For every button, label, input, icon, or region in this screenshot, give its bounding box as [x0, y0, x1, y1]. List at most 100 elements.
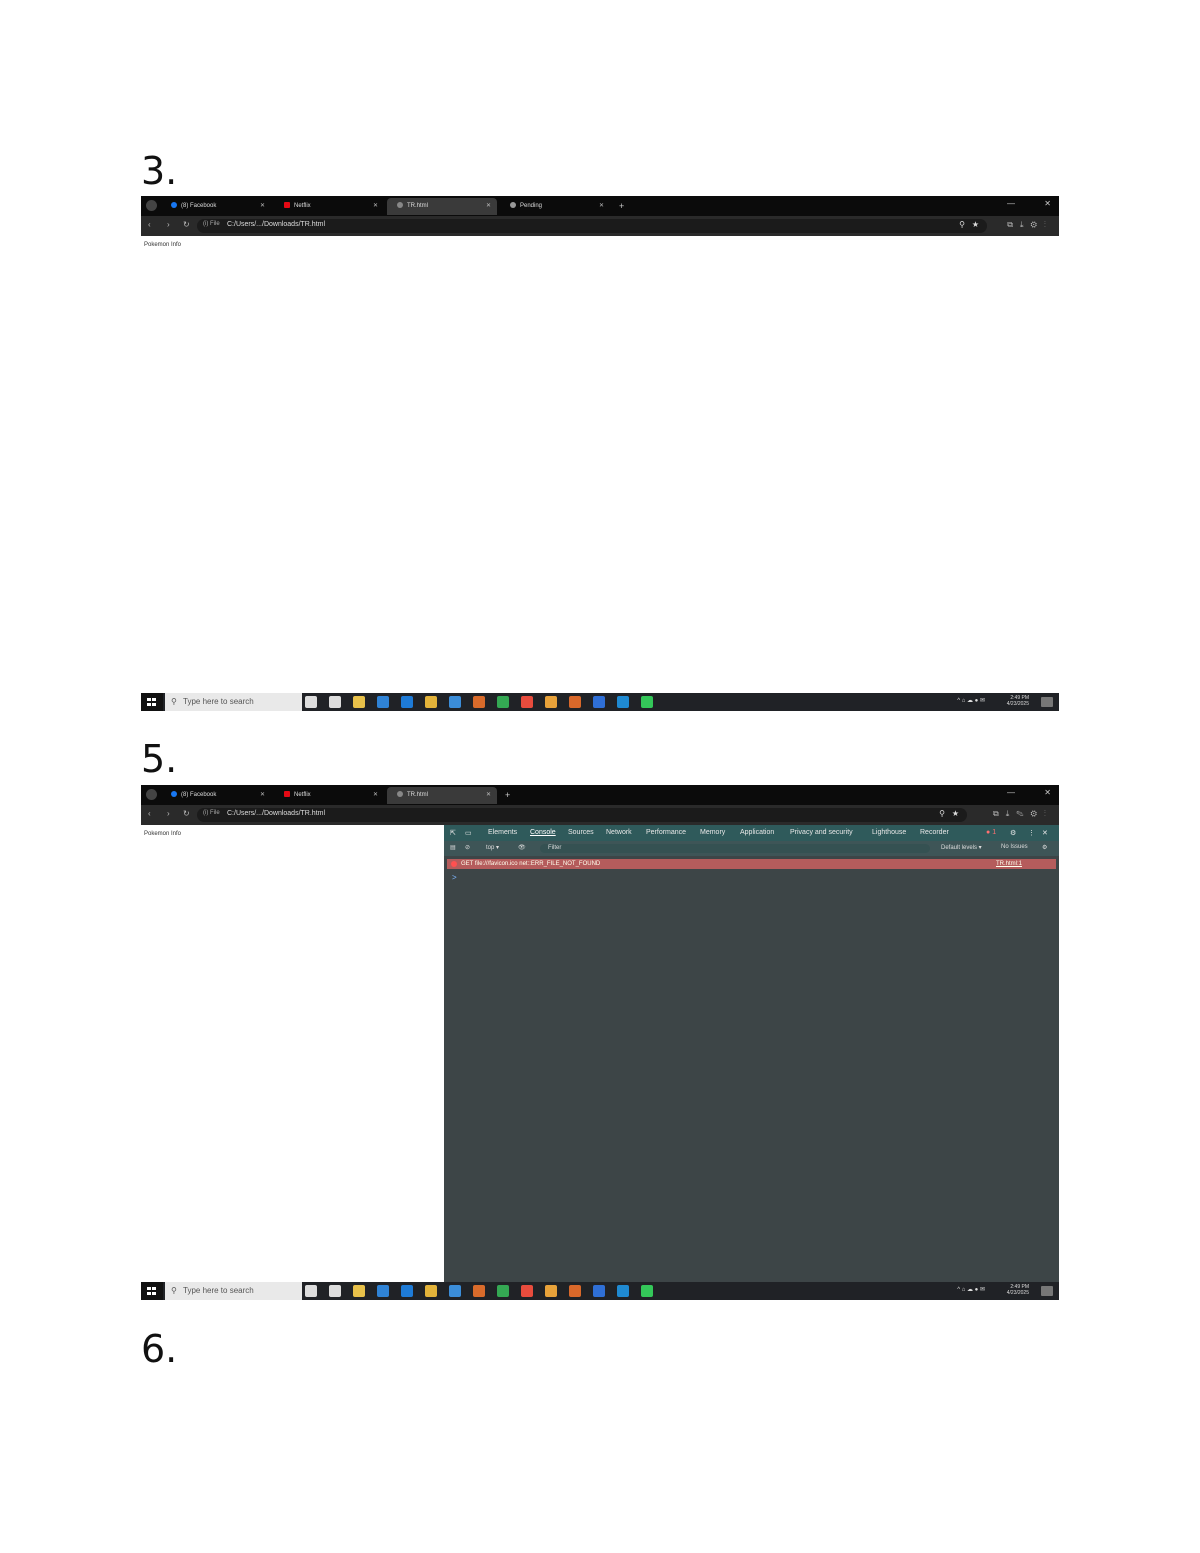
close-icon[interactable]: ✕ [599, 198, 604, 215]
taskbar-app-icon[interactable] [449, 1285, 461, 1297]
tab-search-button[interactable] [146, 200, 157, 211]
tab-performance[interactable]: Performance [646, 829, 686, 836]
system-tray[interactable]: ^ ⌂ ☁ ● ✉ [957, 697, 985, 704]
zoom-icon[interactable]: ⚲ [959, 220, 965, 229]
close-icon[interactable]: ✕ [260, 198, 265, 215]
console-prompt[interactable]: > [452, 873, 457, 882]
taskbar-app-icon[interactable] [497, 696, 509, 708]
taskbar-app-icon[interactable] [329, 1285, 341, 1297]
close-icon[interactable]: ✕ [260, 787, 265, 804]
forward-icon[interactable]: › [167, 220, 170, 229]
start-button[interactable] [141, 1282, 163, 1300]
taskbar-app-icon[interactable] [377, 696, 389, 708]
close-icon[interactable]: ✕ [1042, 829, 1048, 837]
taskbar-app-icon[interactable] [641, 1285, 653, 1297]
taskbar-app-icon[interactable] [473, 1285, 485, 1297]
error-count-badge[interactable]: ● 1 [986, 829, 996, 836]
taskbar-app-icon[interactable] [569, 696, 581, 708]
new-tab-button[interactable]: + [619, 198, 624, 215]
tab-search-button[interactable] [146, 789, 157, 800]
close-icon[interactable]: ✕ [486, 198, 491, 215]
taskbar-app-icon[interactable] [449, 696, 461, 708]
close-icon[interactable]: ✕ [486, 787, 491, 804]
tab-network[interactable]: Network [606, 829, 632, 836]
console-settings-icon[interactable]: ⚙ [1042, 844, 1047, 851]
taskbar-app-icon[interactable] [593, 696, 605, 708]
settings-icon[interactable]: ⚙ [1010, 829, 1016, 837]
eye-icon[interactable]: 👁 [518, 844, 526, 851]
tab-netflix[interactable]: Netflix ✕ [274, 787, 384, 804]
site-info[interactable]: (i) File [203, 810, 220, 816]
taskbar-app-icon[interactable] [545, 1285, 557, 1297]
error-source-link[interactable]: TR.html:1 [996, 859, 1022, 869]
tab-tr-html[interactable]: TR.html ✕ [387, 787, 497, 804]
taskbar-app-icon[interactable] [617, 1285, 629, 1297]
tab-facebook[interactable]: (8) Facebook ✕ [161, 787, 271, 804]
bookmark-star-icon[interactable]: ★ [972, 220, 979, 229]
taskbar-app-icons[interactable] [305, 1285, 665, 1300]
taskbar-search[interactable]: ⚲ Type here to search [165, 1282, 302, 1300]
taskbar-app-icon[interactable] [545, 696, 557, 708]
taskbar-app-icon[interactable] [473, 696, 485, 708]
tab-console[interactable]: Console [530, 829, 556, 836]
taskbar-app-icons[interactable] [305, 696, 665, 711]
context-select[interactable]: top ▾ [486, 844, 499, 851]
taskbar-app-icon[interactable] [401, 696, 413, 708]
minimize-button[interactable]: — [1007, 788, 1015, 797]
taskbar-app-icon[interactable] [425, 696, 437, 708]
notification-icon[interactable] [1041, 697, 1053, 707]
zoom-icon[interactable]: ⚲ [939, 809, 945, 818]
taskbar-app-icon[interactable] [353, 696, 365, 708]
clock[interactable]: 2:49 PM 4/23/2025 [1007, 695, 1029, 707]
taskbar-app-icon[interactable] [353, 1285, 365, 1297]
tab-sources[interactable]: Sources [568, 829, 594, 836]
tab-privacy-security[interactable]: Privacy and security [790, 829, 853, 836]
taskbar-search[interactable]: ⚲ Type here to search [165, 693, 302, 711]
clock[interactable]: 2:49 PM 4/23/2025 [1007, 1284, 1029, 1296]
reload-icon[interactable]: ↻ [183, 220, 190, 229]
sidebar-toggle-icon[interactable]: ▤ [450, 844, 456, 851]
minimize-button[interactable]: — [1007, 199, 1015, 208]
address-bar[interactable]: (i) File C:/Users/.../Downloads/TR.html … [197, 219, 987, 233]
tab-elements[interactable]: Elements [488, 829, 517, 836]
tab-tr-html[interactable]: TR.html ✕ [387, 198, 497, 215]
more-options-icon[interactable]: ⋮ [1028, 829, 1035, 837]
taskbar-app-icon[interactable] [425, 1285, 437, 1297]
reload-icon[interactable]: ↻ [183, 809, 190, 818]
new-tab-button[interactable]: + [505, 787, 510, 804]
back-icon[interactable]: ‹ [148, 809, 151, 818]
tab-lighthouse[interactable]: Lighthouse [872, 829, 906, 836]
taskbar-app-icon[interactable] [305, 1285, 317, 1297]
system-tray[interactable]: ^ ⌂ ☁ ● ✉ [957, 1286, 985, 1293]
issues-counter[interactable]: No Issues [1001, 844, 1028, 850]
close-icon[interactable]: ✕ [373, 198, 378, 215]
forward-icon[interactable]: › [167, 809, 170, 818]
taskbar-app-icon[interactable] [497, 1285, 509, 1297]
tab-recorder[interactable]: Recorder [920, 829, 949, 836]
start-button[interactable] [141, 693, 163, 711]
back-icon[interactable]: ‹ [148, 220, 151, 229]
tab-application[interactable]: Application [740, 829, 774, 836]
tab-pending[interactable]: Pending ✕ [500, 198, 610, 215]
log-levels-select[interactable]: Default levels ▾ [941, 844, 982, 851]
close-icon[interactable]: ✕ [373, 787, 378, 804]
taskbar-app-icon[interactable] [401, 1285, 413, 1297]
taskbar-app-icon[interactable] [521, 1285, 533, 1297]
site-info[interactable]: (i) File [203, 221, 220, 227]
tab-facebook[interactable]: (8) Facebook ✕ [161, 198, 271, 215]
taskbar-app-icon[interactable] [569, 1285, 581, 1297]
taskbar-app-icon[interactable] [377, 1285, 389, 1297]
taskbar-app-icon[interactable] [521, 696, 533, 708]
close-window-button[interactable]: ✕ [1044, 199, 1051, 208]
clear-console-icon[interactable]: ⊘ [465, 844, 470, 851]
taskbar-app-icon[interactable] [593, 1285, 605, 1297]
toolbar-icons[interactable]: ⧉⤓⚙⋮ [1007, 220, 1053, 230]
taskbar-app-icon[interactable] [641, 696, 653, 708]
toolbar-icons[interactable]: ⧉⤓✎⚙⋮ [993, 809, 1053, 819]
device-toolbar-icon[interactable]: ▭ [465, 829, 472, 837]
taskbar-app-icon[interactable] [305, 696, 317, 708]
console-filter-input[interactable]: Filter [540, 844, 930, 853]
address-bar[interactable]: (i) File C:/Users/.../Downloads/TR.html … [197, 808, 967, 822]
notification-icon[interactable] [1041, 1286, 1053, 1296]
tab-memory[interactable]: Memory [700, 829, 725, 836]
